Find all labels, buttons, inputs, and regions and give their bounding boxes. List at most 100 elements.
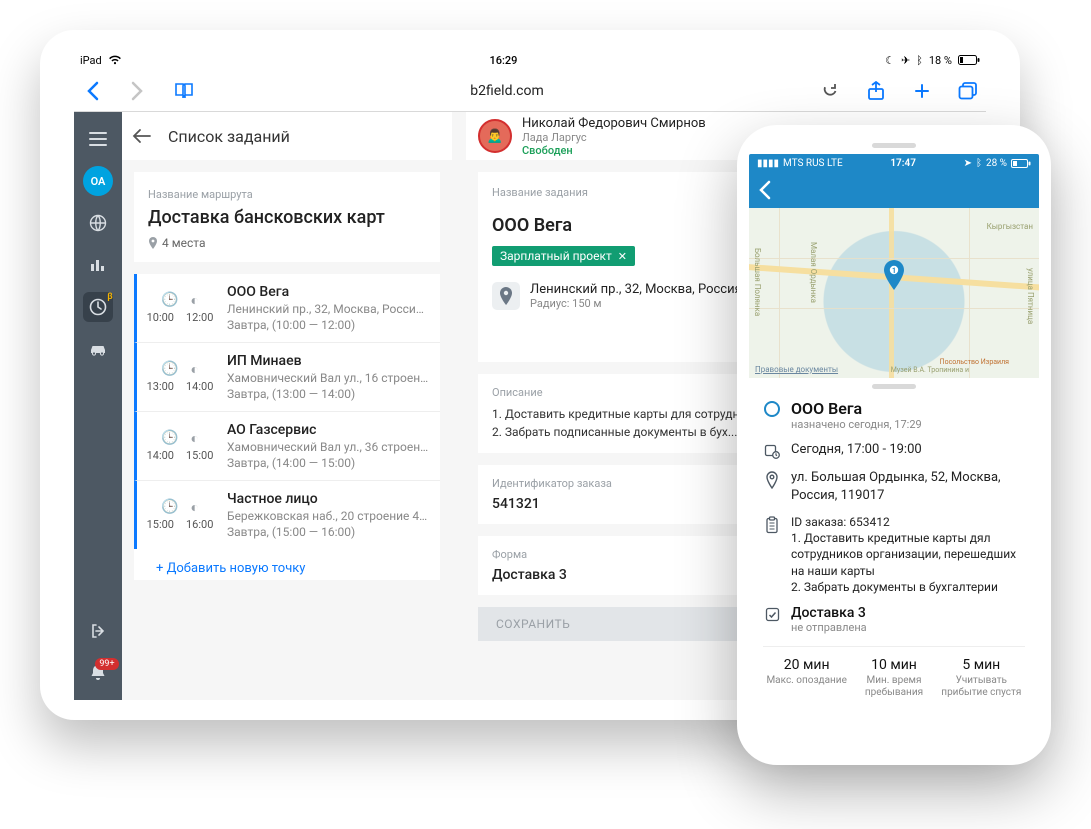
stop-address: Хамовнический Вал ул., 16 строени... xyxy=(227,371,430,385)
time-from: 14:00 xyxy=(147,449,174,462)
task-tag[interactable]: Зарплатный проект ✕ xyxy=(492,246,635,266)
clock: 17:47 xyxy=(890,158,916,169)
stop-item[interactable]: 🕒◐ 14:0015:00 АО Газсервис Хамовнический… xyxy=(134,411,440,480)
nav-back-icon[interactable] xyxy=(80,79,104,103)
logout-icon[interactable] xyxy=(83,616,113,646)
beta-badge: β xyxy=(107,292,112,302)
route-title: Доставка бансковских карт xyxy=(148,207,426,228)
assignee-avatar[interactable]: 🙍‍♂️ xyxy=(478,119,512,153)
desc-line-1: 1. Доставить кредитные карты дял сотрудн… xyxy=(791,530,1025,579)
order-id: ID заказа: 653412 xyxy=(791,514,1025,530)
form-title: Доставка 3 xyxy=(791,605,867,621)
page-title: Список заданий xyxy=(168,127,290,146)
wifi-icon xyxy=(108,55,122,65)
timing-val: 20 мин xyxy=(763,657,850,673)
stop-when: Завтра, (10:00 — 12:00) xyxy=(227,318,430,332)
stop-address: Ленинский пр., 32, Москва, Россия, ... xyxy=(227,302,430,316)
nav-arrow-icon: ✈︎ xyxy=(901,54,910,67)
tag-label: Зарплатный проект xyxy=(500,249,612,263)
battery-icon xyxy=(1011,159,1031,168)
phone-nav-bar xyxy=(749,172,1039,208)
clock-icon: 🕒 xyxy=(161,292,178,309)
bookmarks-icon[interactable] xyxy=(172,79,196,103)
iphone-screen: ▮▮▮▮ MTS RUS LTE 17:47 ➤ ᛒ 28 % Кыргызст… xyxy=(749,154,1039,748)
map-label: Кыргызстан xyxy=(987,222,1033,231)
assigned-label: назначено сегодня, 17:29 xyxy=(791,418,922,431)
map-labels: Кыргызстан улица Пятница Посольство Изра… xyxy=(749,208,1039,378)
pin-small-icon xyxy=(148,237,158,249)
map-label: Большая Полянка xyxy=(753,248,762,316)
share-icon[interactable] xyxy=(864,79,888,103)
stop-item[interactable]: 🕒◐ 13:0014:00 ИП Минаев Хамовнический Ва… xyxy=(134,342,440,411)
assignee-name: Николай Федорович Смирнов xyxy=(522,116,706,131)
bluetooth-icon: ᛒ xyxy=(916,54,923,67)
signal-icon: ▮▮▮▮ xyxy=(757,158,779,169)
places-count: 4 места xyxy=(148,236,426,250)
iphone-status-bar: ▮▮▮▮ MTS RUS LTE 17:47 ➤ ᛒ 28 % xyxy=(749,154,1039,172)
map-label: Посольство Израиля xyxy=(940,358,1009,366)
time-to: 12:00 xyxy=(186,311,213,324)
timing-label: Учитывать прибытие спустя xyxy=(938,675,1025,699)
tabs-icon[interactable] xyxy=(956,79,980,103)
stop-name: ИП Минаев xyxy=(227,353,430,369)
route-card: Название маршрута Доставка бансковских к… xyxy=(134,172,440,262)
timing-label: Мин. время пребывания xyxy=(850,675,937,699)
stop-item[interactable]: 🕒◐ 15:0016:00 Частное лицо Бережковская … xyxy=(134,480,440,549)
places-text: 4 места xyxy=(162,236,205,250)
stops-list: 🕒 ◐ 10:00 12:00 ООО Вега Ленинский пр., 32… xyxy=(134,274,440,549)
ipad-status-bar: iPad 16:29 ☾ ✈︎ ᛒ 18 % xyxy=(74,50,986,70)
chart-icon[interactable] xyxy=(83,250,113,280)
globe-icon[interactable] xyxy=(83,208,113,238)
moon-flag-icon: ◐ xyxy=(190,361,198,378)
bluetooth-icon: ᛒ xyxy=(976,158,982,169)
user-avatar-badge[interactable]: ОА xyxy=(83,166,113,196)
address-text: ул. Большая Ордынка, 52, Москва, Россия,… xyxy=(791,469,1025,504)
map-label: Малая Ордынка xyxy=(809,242,818,303)
task-title: ООО Вега xyxy=(791,399,922,418)
time-from: 10:00 xyxy=(147,311,174,324)
stop-address: Хамовнический Вал ул., 36 строени... xyxy=(227,440,430,454)
car-icon[interactable] xyxy=(83,334,113,364)
assignee-state: Свободен xyxy=(522,144,706,157)
stop-when: Завтра, (13:00 — 14:00) xyxy=(227,387,430,401)
map-view[interactable]: Кыргызстан улица Пятница Посольство Изра… xyxy=(749,208,1039,378)
assignee-car: Лада Ларгус xyxy=(522,131,706,144)
new-tab-icon[interactable] xyxy=(910,79,934,103)
nav-back-icon[interactable] xyxy=(757,180,771,200)
stop-item[interactable]: 🕒◐ 10:0012:00 ООО Вега Ленинский пр., 32… xyxy=(134,274,440,342)
menu-icon[interactable] xyxy=(83,124,113,154)
tasks-icon[interactable]: β xyxy=(83,292,113,322)
clock: 16:29 xyxy=(489,54,517,67)
time-to: 14:00 xyxy=(186,380,213,393)
tag-remove-icon[interactable]: ✕ xyxy=(618,250,627,263)
pin-icon xyxy=(763,469,781,489)
reload-icon[interactable] xyxy=(818,79,842,103)
timing-val: 5 мин xyxy=(938,657,1025,673)
timing-val: 10 мин xyxy=(850,657,937,673)
stop-when: Завтра, (14:00 — 15:00) xyxy=(227,456,430,470)
map-legal-link[interactable]: Правовые документы xyxy=(755,365,838,374)
address-bar[interactable]: b2field.com xyxy=(218,83,796,99)
time-window: Сегодня, 17:00 - 19:00 xyxy=(791,441,922,459)
moon-flag-icon: ◐ xyxy=(190,430,198,447)
check-square-icon xyxy=(763,605,781,622)
moon-icon: ☾ xyxy=(885,54,895,67)
time-from: 15:00 xyxy=(147,518,174,531)
add-stop-button[interactable]: + Добавить новую точку xyxy=(134,549,440,580)
form-sub: не отправлена xyxy=(791,621,867,634)
iphone-speaker xyxy=(872,143,916,148)
bell-icon[interactable]: 99+ xyxy=(83,658,113,688)
time-to: 16:00 xyxy=(186,518,213,531)
sheet-handle[interactable] xyxy=(872,384,916,389)
task-detail-panel: ООО Вега назначено сегодня, 17:29 Сегодн… xyxy=(749,393,1039,748)
back-arrow-icon[interactable] xyxy=(132,128,152,144)
iphone-device: ▮▮▮▮ MTS RUS LTE 17:47 ➤ ᛒ 28 % Кыргызст… xyxy=(737,125,1051,765)
tasks-column: Список заданий Название маршрута Доставк… xyxy=(122,112,452,700)
stop-name: ООО Вега xyxy=(227,284,430,300)
battery-text: 28 % xyxy=(986,158,1007,169)
stop-address: Бережковская наб., 20 строение 49, ... xyxy=(227,509,430,523)
stop-name: Частное лицо xyxy=(227,491,430,507)
clock-icon: 🕒 xyxy=(161,361,178,378)
desc-line-2: 2. Забрать документы в бухгалтерии xyxy=(791,579,1025,595)
timing-late: 20 мин Макс. опоздание xyxy=(763,657,850,699)
